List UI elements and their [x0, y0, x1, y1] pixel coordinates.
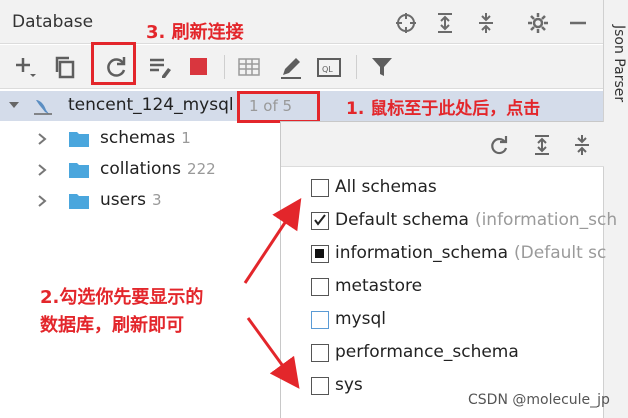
schema-option-performance-schema[interactable]: performance_schema	[311, 338, 611, 368]
schema-checkbox[interactable]	[311, 179, 329, 197]
schema-option-mysql[interactable]: mysql	[311, 305, 611, 335]
duplicate-icon[interactable]	[52, 54, 78, 80]
schema-option-information-schema[interactable]: information_schema (Default sc	[311, 239, 611, 269]
schema-option-label: sys	[335, 375, 363, 395]
annotation-step-1: 1. 鼠标至于此处后，点击	[346, 99, 541, 119]
schema-checkbox[interactable]	[311, 245, 329, 263]
schema-option-label: metastore	[335, 276, 423, 296]
edit-pencil-icon[interactable]	[278, 54, 304, 80]
folder-icon	[69, 163, 89, 178]
crosshair-icon[interactable]	[394, 11, 418, 35]
filter-icon[interactable]	[369, 54, 395, 80]
schema-selection-popup: All schemas Default schema (information_s…	[280, 121, 617, 418]
refresh-icon[interactable]	[488, 134, 510, 156]
schema-checkbox[interactable]	[311, 377, 329, 395]
annotation-step-2-line-2: 数据库，刷新即可	[40, 315, 184, 336]
chevron-right-icon[interactable]	[36, 195, 48, 207]
schema-checkbox[interactable]	[311, 311, 329, 329]
json-parser-tab[interactable]: Json Parser	[606, 25, 627, 145]
svg-text:QL: QL	[322, 65, 333, 74]
count-highlight-box	[237, 91, 320, 123]
folder-icon	[69, 132, 89, 147]
collapse-all-icon[interactable]	[474, 11, 498, 35]
schema-option-label: All schemas	[335, 177, 437, 197]
collapse-all-icon[interactable]	[571, 134, 593, 156]
annotation-step-2-line-1: 2.勾选你先要显示的	[40, 287, 204, 308]
schema-option-label: performance_schema	[335, 342, 519, 362]
tree-item-schemas[interactable]: schemas 1	[0, 124, 280, 154]
schema-option-label: Default schema (information_sch	[335, 210, 618, 230]
schema-checkbox[interactable]	[311, 344, 329, 362]
expand-all-icon[interactable]	[531, 134, 553, 156]
tree-item-collations[interactable]: collations 222	[0, 155, 280, 185]
checkmark-icon	[314, 214, 326, 226]
annotation-step-3: 3. 刷新连接	[146, 22, 244, 43]
chevron-right-icon[interactable]	[36, 133, 48, 145]
table-editor-icon[interactable]	[236, 54, 262, 80]
schema-option-all[interactable]: All schemas	[311, 173, 611, 203]
schema-checkbox[interactable]	[311, 278, 329, 296]
stop-icon[interactable]	[190, 58, 207, 75]
query-console-icon[interactable]: QL	[316, 54, 342, 80]
schema-option-default[interactable]: Default schema (information_sch	[311, 206, 617, 236]
schema-option-metastore[interactable]: metastore	[311, 272, 611, 302]
chevron-right-icon[interactable]	[36, 164, 48, 176]
watermark: CSDN @molecule_jp	[468, 392, 610, 408]
datasource-properties-icon[interactable]	[147, 54, 173, 80]
minimize-icon[interactable]	[566, 11, 590, 35]
annotation-step-2: 2.勾选你先要显示的 数据库，刷新即可	[40, 284, 203, 340]
popup-toolbar	[281, 122, 604, 167]
tree-item-label: schemas 1	[100, 128, 191, 148]
schema-checkbox[interactable]	[311, 212, 329, 230]
folder-icon	[69, 194, 89, 209]
chevron-down-icon[interactable]	[8, 99, 20, 111]
datasource-name: tencent_124_mysql	[68, 95, 234, 115]
panel-title: Database	[12, 12, 94, 32]
panel-header: Database	[0, 0, 603, 44]
schema-option-label: mysql	[335, 309, 386, 329]
tree-item-users[interactable]: users 3	[0, 186, 280, 216]
indeterminate-mark	[315, 249, 324, 258]
toolbar-separator	[224, 55, 225, 79]
expand-all-icon[interactable]	[433, 11, 457, 35]
mysql-dolphin-icon	[34, 100, 52, 115]
tree-item-label: users 3	[100, 190, 162, 210]
schema-option-label: information_schema (Default sc	[335, 243, 607, 263]
tree-item-label: collations 222	[100, 159, 216, 179]
gear-icon[interactable]	[526, 11, 550, 35]
toolbar-separator	[356, 55, 357, 79]
add-icon[interactable]	[12, 54, 38, 80]
refresh-highlight-box	[91, 42, 136, 85]
